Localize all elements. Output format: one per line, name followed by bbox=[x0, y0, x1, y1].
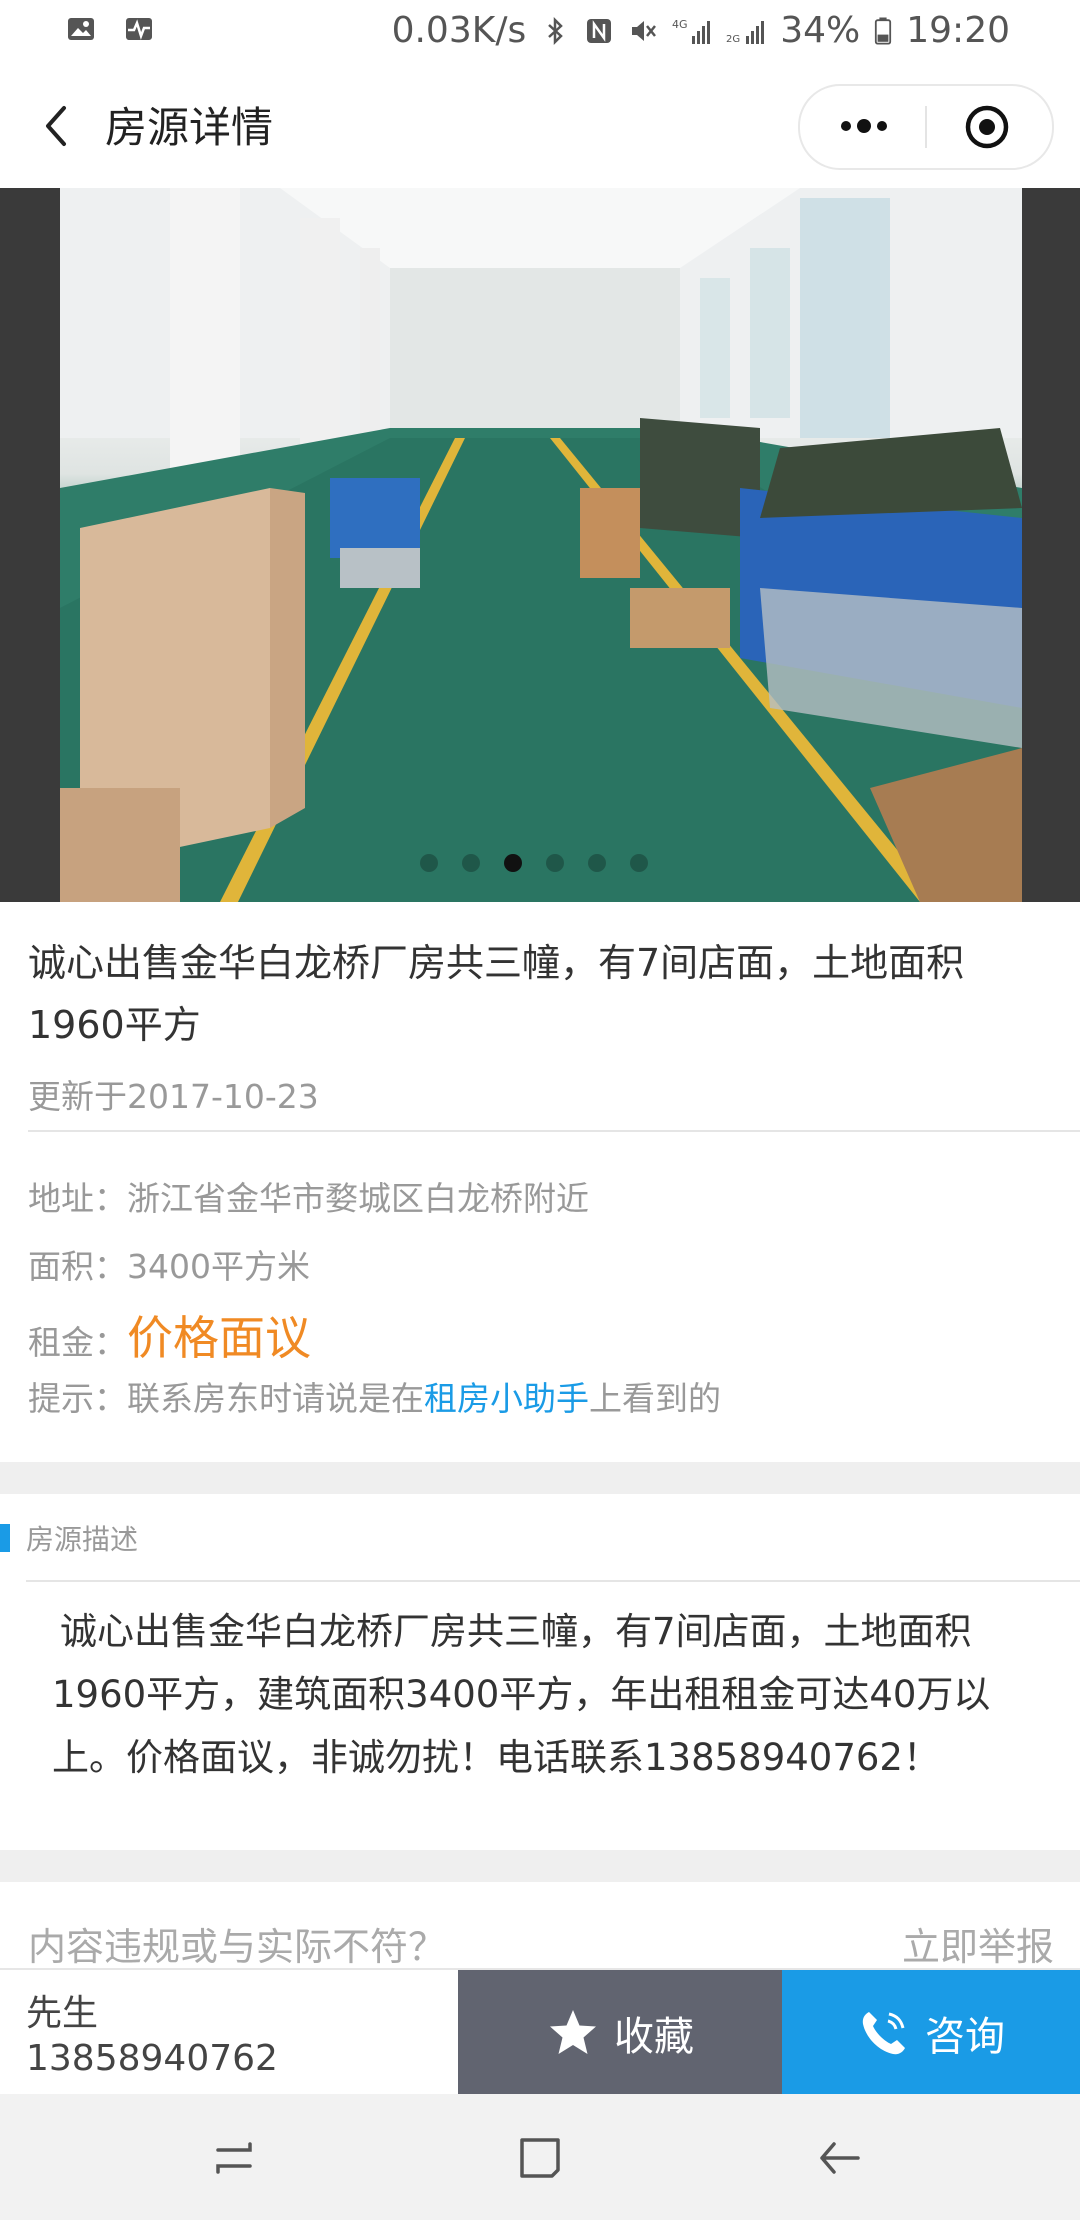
updated-date: 更新于2017-10-23 bbox=[28, 1077, 319, 1116]
warehouse-photo bbox=[60, 188, 1022, 902]
section-gap bbox=[0, 1850, 1080, 1882]
nfc-icon bbox=[587, 18, 612, 43]
listing-photo[interactable] bbox=[60, 188, 1022, 902]
mute-icon bbox=[632, 20, 657, 41]
rent-price: 价格面议 bbox=[127, 1311, 311, 1365]
image-icon bbox=[68, 18, 94, 40]
rent-row: 租金：价格面议 bbox=[28, 1302, 311, 1368]
report-row: 内容违规或与实际不符？ 立即举报 bbox=[0, 1882, 1080, 1970]
divider bbox=[28, 1130, 1080, 1132]
bluetooth-icon bbox=[548, 16, 564, 45]
back-arrow-icon[interactable] bbox=[30, 98, 86, 154]
tip-prefix: 提示：联系房东时请说是在 bbox=[28, 1379, 424, 1418]
address-label: 地址： bbox=[28, 1179, 127, 1218]
tip-suffix: 上看到的 bbox=[589, 1379, 721, 1418]
contact-name: 先生 bbox=[26, 1993, 99, 2034]
system-nav-bar bbox=[0, 2094, 1080, 2220]
report-button[interactable]: 立即举报 bbox=[902, 1916, 1054, 1971]
capsule-divider bbox=[925, 106, 927, 148]
carousel-indicators bbox=[420, 854, 648, 872]
listing-info: 诚心出售金华白龙桥厂房共三幢，有7间店面，土地面积1960平方 更新于2017-… bbox=[0, 902, 1080, 1462]
area-value: 3400平方米 bbox=[127, 1247, 310, 1286]
divider bbox=[26, 1580, 1080, 1582]
clock: 19:20 bbox=[906, 10, 1010, 51]
consult-button[interactable]: 咨询 bbox=[782, 1970, 1080, 2096]
bottom-action-bar: 先生 13858940762 收藏 咨询 bbox=[0, 1968, 1080, 2096]
carousel-dot[interactable] bbox=[630, 854, 648, 872]
image-carousel[interactable] bbox=[0, 188, 1080, 902]
carousel-dot[interactable] bbox=[462, 854, 480, 872]
carousel-dot[interactable] bbox=[588, 854, 606, 872]
battery-icon bbox=[875, 17, 892, 44]
title-bar: 房源详情 bbox=[0, 66, 1080, 186]
address-row: 地址：浙江省金华市婺城区白龙桥附近 bbox=[28, 1172, 589, 1220]
carousel-dot[interactable] bbox=[420, 854, 438, 872]
network-speed: 0.03K/s bbox=[391, 10, 527, 51]
rent-label: 租金： bbox=[28, 1323, 127, 1362]
description-section: 房源描述 诚心出售金华白龙桥厂房共三幢，有7间店面，土地面积1960平方，建筑面… bbox=[0, 1494, 1080, 1850]
2g-signal-icon: 2G bbox=[726, 20, 765, 45]
section-title: 房源描述 bbox=[26, 1523, 139, 1556]
4g-signal-icon: 4G bbox=[672, 18, 711, 44]
area-row: 面积：3400平方米 bbox=[28, 1240, 310, 1288]
section-gap bbox=[0, 1462, 1080, 1494]
recent-apps-icon[interactable] bbox=[208, 2132, 260, 2184]
app-name-link[interactable]: 租房小助手 bbox=[424, 1379, 589, 1418]
carousel-dot[interactable] bbox=[546, 854, 564, 872]
listing-headline: 诚心出售金华白龙桥厂房共三幢，有7间店面，土地面积1960平方 bbox=[28, 941, 965, 1047]
home-icon[interactable] bbox=[514, 2132, 566, 2184]
svg-text:4G: 4G bbox=[672, 18, 688, 31]
carousel-dot-active[interactable] bbox=[504, 854, 522, 872]
contact-info: 先生 13858940762 bbox=[0, 1970, 458, 2096]
status-bar: 0.03K/s 4G 2G 34% 19:20 bbox=[0, 0, 1080, 66]
mini-program-capsule bbox=[798, 84, 1054, 170]
tip-row: 提示：联系房东时请说是在租房小助手上看到的 bbox=[28, 1372, 721, 1420]
more-dots-icon[interactable] bbox=[838, 114, 890, 138]
report-question: 内容违规或与实际不符？ bbox=[28, 1925, 447, 1969]
contact-phone: 13858940762 bbox=[26, 2038, 278, 2079]
target-circle-icon[interactable] bbox=[964, 104, 1010, 150]
section-accent-bar bbox=[0, 1524, 10, 1552]
page-title: 房源详情 bbox=[105, 103, 274, 152]
address-value: 浙江省金华市婺城区白龙桥附近 bbox=[127, 1179, 589, 1218]
back-nav-icon[interactable] bbox=[814, 2132, 866, 2184]
star-icon bbox=[550, 2010, 596, 2054]
favorite-button[interactable]: 收藏 bbox=[458, 1970, 782, 2096]
area-label: 面积： bbox=[28, 1247, 127, 1286]
consult-label: 咨询 bbox=[925, 2014, 1005, 2060]
description-text: 诚心出售金华白龙桥厂房共三幢，有7间店面，土地面积1960平方，建筑面积3400… bbox=[52, 1610, 991, 1779]
activity-icon bbox=[126, 18, 152, 40]
phone-call-icon bbox=[862, 2012, 905, 2055]
favorite-label: 收藏 bbox=[614, 2014, 694, 2060]
battery-percent: 34% bbox=[780, 10, 861, 51]
svg-text:2G: 2G bbox=[726, 34, 740, 45]
